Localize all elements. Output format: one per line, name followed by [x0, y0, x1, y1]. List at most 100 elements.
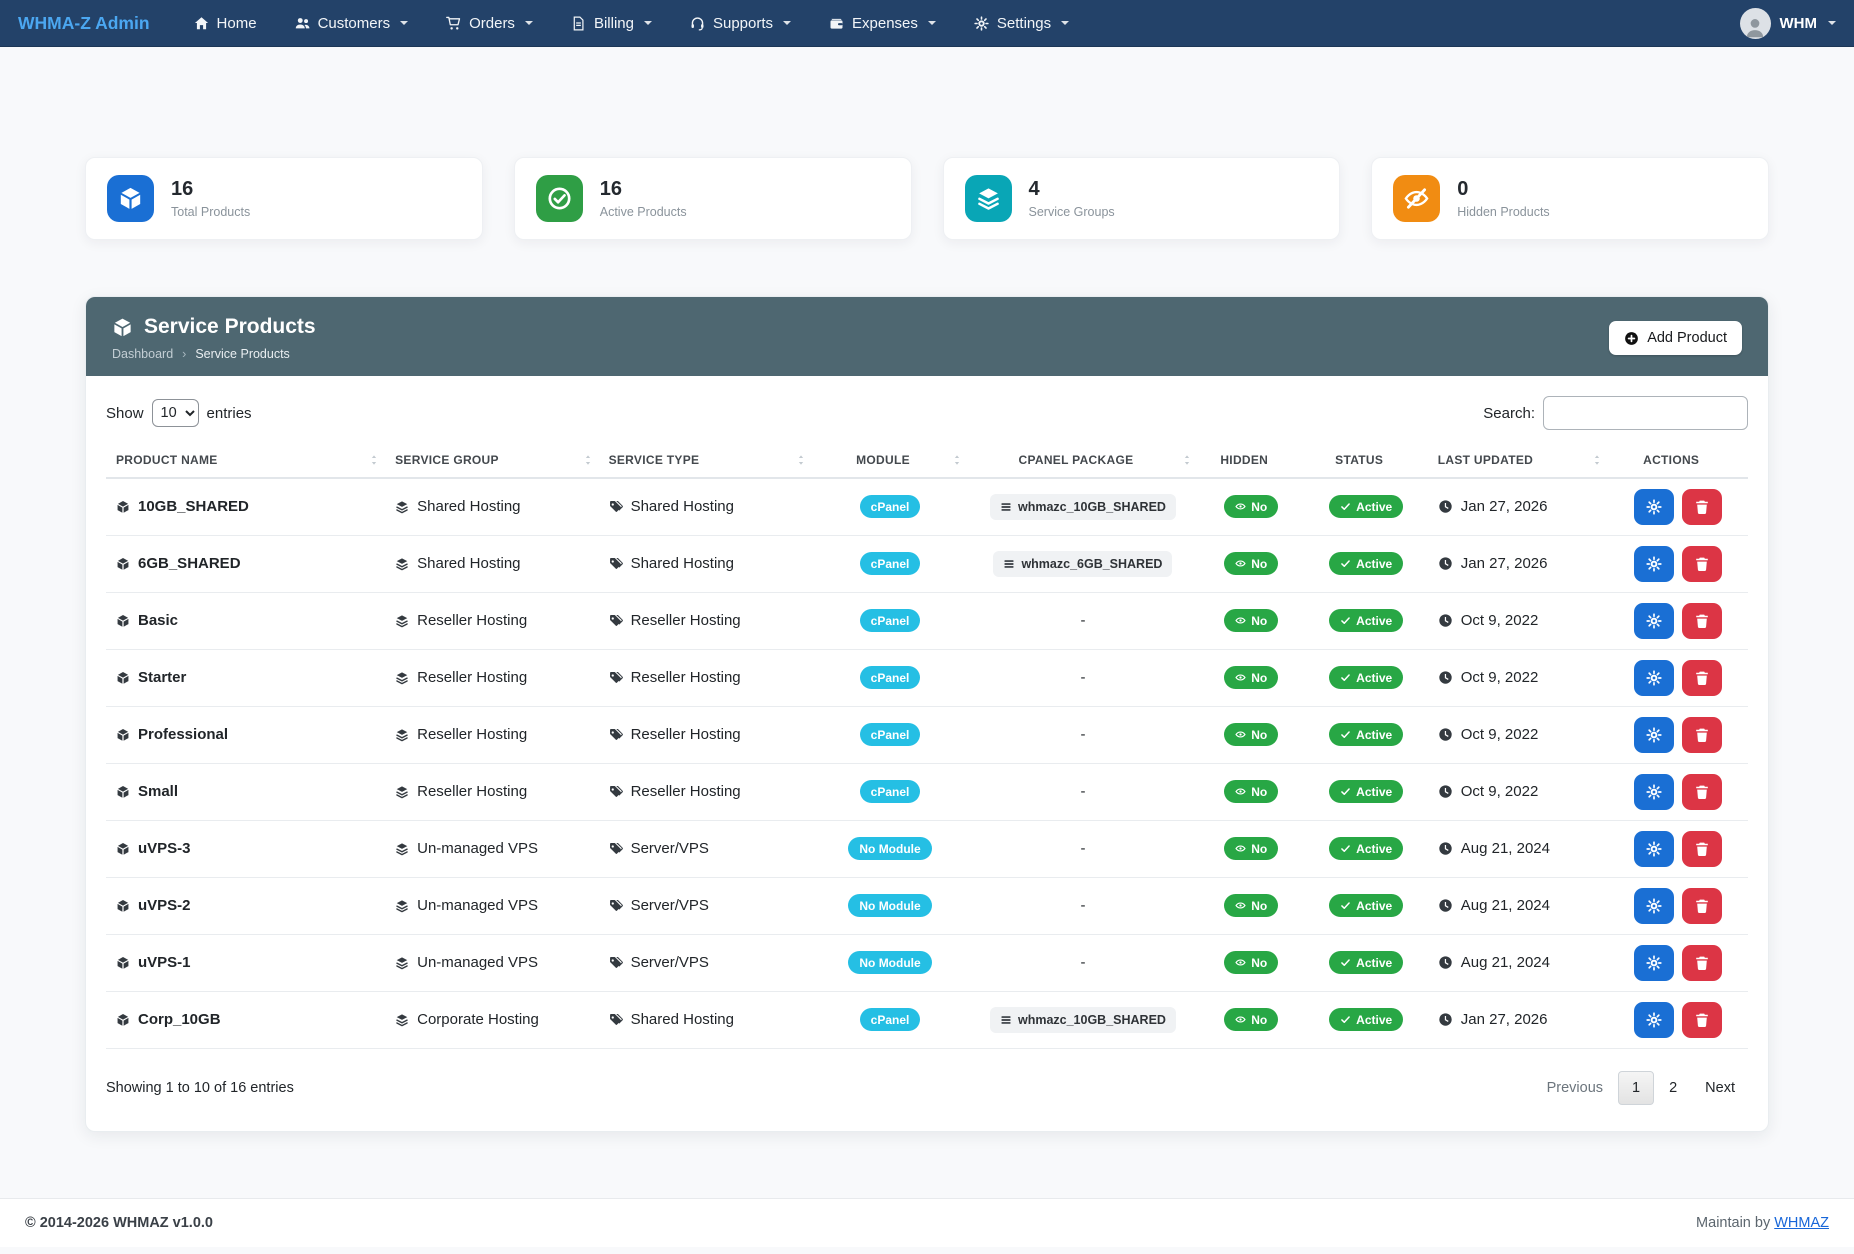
edit-product-button[interactable] — [1634, 888, 1674, 924]
edit-product-button[interactable] — [1634, 831, 1674, 867]
col-module[interactable]: MODULE — [812, 443, 968, 478]
nav-item-orders[interactable]: Orders — [446, 15, 533, 32]
delete-product-button[interactable] — [1682, 489, 1722, 525]
table-controls: Show 10 entries Search: — [86, 376, 1768, 443]
delete-product-button[interactable] — [1682, 660, 1722, 696]
user-menu[interactable]: WHM — [1740, 8, 1837, 39]
list-icon — [1003, 558, 1015, 570]
layers-icon — [395, 671, 409, 685]
nav-item-settings[interactable]: Settings — [974, 15, 1069, 32]
service-type: Shared Hosting — [631, 555, 734, 572]
add-product-button[interactable]: Add Product — [1609, 321, 1742, 355]
trash-icon — [1694, 556, 1710, 572]
brand-link[interactable]: WHMA-Z Admin — [18, 13, 150, 34]
hidden-label: No — [1251, 501, 1267, 513]
box-icon — [116, 728, 130, 742]
col-service-type[interactable]: SERVICE TYPE — [599, 443, 812, 478]
box-icon — [116, 557, 130, 571]
status-badge: Active — [1329, 951, 1403, 974]
search-input[interactable] — [1543, 396, 1748, 430]
status-badge: Active — [1329, 495, 1403, 518]
product-name: Small — [138, 783, 178, 800]
package-empty: - — [1080, 954, 1085, 971]
edit-product-button[interactable] — [1634, 660, 1674, 696]
nav-item-billing[interactable]: Billing — [571, 15, 652, 32]
delete-product-button[interactable] — [1682, 1002, 1722, 1038]
maintain-prefix: Maintain by — [1696, 1215, 1770, 1231]
hidden-label: No — [1251, 672, 1267, 684]
col-service-group[interactable]: SERVICE GROUP — [385, 443, 598, 478]
edit-product-button[interactable] — [1634, 489, 1674, 525]
edit-product-button[interactable] — [1634, 603, 1674, 639]
box-icon — [116, 1013, 130, 1027]
maintainer-link[interactable]: WHMAZ — [1774, 1215, 1829, 1231]
delete-product-button[interactable] — [1682, 774, 1722, 810]
clock-icon — [1438, 670, 1453, 685]
edit-product-button[interactable] — [1634, 717, 1674, 753]
status-label: Active — [1356, 1014, 1392, 1026]
table-row: uVPS-1 Un-managed VPS Server/VPS — [106, 934, 1748, 991]
col-cpanel-package[interactable]: CPANEL PACKAGE — [968, 443, 1198, 478]
box-icon — [116, 500, 130, 514]
nav-item-home[interactable]: Home — [194, 15, 257, 32]
col-product-name[interactable]: PRODUCT NAME — [106, 443, 385, 478]
delete-product-button[interactable] — [1682, 546, 1722, 582]
gear-icon — [1646, 898, 1662, 914]
hidden-label: No — [1251, 729, 1267, 741]
hidden-label: No — [1251, 957, 1267, 969]
layers-icon — [395, 1013, 409, 1027]
service-type: Reseller Hosting — [631, 612, 741, 629]
pagination-page-2[interactable]: 2 — [1656, 1072, 1690, 1104]
package-badge: whmazc_6GB_SHARED — [993, 551, 1172, 577]
nav-item-customers[interactable]: Customers — [295, 15, 409, 32]
package-label: whmazc_6GB_SHARED — [1021, 557, 1162, 571]
hidden-label: No — [1251, 558, 1267, 570]
breadcrumb-dashboard[interactable]: Dashboard — [112, 347, 173, 361]
edit-product-button[interactable] — [1634, 945, 1674, 981]
hidden-label: No — [1251, 1014, 1267, 1026]
service-group: Un-managed VPS — [417, 840, 538, 857]
trash-icon — [1694, 898, 1710, 914]
col-status[interactable]: STATUS — [1305, 443, 1428, 478]
table-info: Showing 1 to 10 of 16 entries — [106, 1080, 294, 1096]
col-last-updated[interactable]: LAST UPDATED — [1428, 443, 1609, 478]
package-cell: whmazc_10GB_SHARED — [968, 478, 1198, 535]
delete-product-button[interactable] — [1682, 831, 1722, 867]
delete-product-button[interactable] — [1682, 603, 1722, 639]
page-size-select[interactable]: 10 — [152, 399, 199, 427]
pagination-next[interactable]: Next — [1692, 1072, 1748, 1104]
nav-item-expenses[interactable]: Expenses — [829, 15, 936, 32]
service-group: Shared Hosting — [417, 498, 520, 515]
delete-product-button[interactable] — [1682, 717, 1722, 753]
edit-product-button[interactable] — [1634, 774, 1674, 810]
sort-icon — [1592, 454, 1602, 467]
delete-product-button[interactable] — [1682, 888, 1722, 924]
pagination-page-1[interactable]: 1 — [1618, 1071, 1654, 1105]
package-cell: - — [968, 706, 1198, 763]
hidden-label: No — [1251, 786, 1267, 798]
avatar — [1740, 8, 1771, 39]
pagination-previous[interactable]: Previous — [1534, 1072, 1616, 1104]
eye-icon — [1235, 786, 1246, 797]
gear-icon — [1646, 613, 1662, 629]
delete-product-button[interactable] — [1682, 945, 1722, 981]
nav-item-supports[interactable]: Supports — [690, 15, 791, 32]
package-empty: - — [1080, 783, 1085, 800]
edit-product-button[interactable] — [1634, 546, 1674, 582]
search-control: Search: — [1483, 396, 1748, 430]
nav-item-label: Orders — [469, 15, 515, 32]
last-updated: Oct 9, 2022 — [1461, 612, 1539, 629]
service-group: Corporate Hosting — [417, 1011, 539, 1028]
tags-icon — [609, 614, 623, 628]
module-badge: cPanel — [860, 552, 921, 575]
gear-icon — [1646, 727, 1662, 743]
module-badge: cPanel — [860, 495, 921, 518]
maintain-text: Maintain by WHMAZ — [1696, 1215, 1829, 1231]
col-hidden[interactable]: HIDDEN — [1198, 443, 1305, 478]
edit-product-button[interactable] — [1634, 1002, 1674, 1038]
service-type: Server/VPS — [631, 840, 709, 857]
clock-icon — [1438, 556, 1453, 571]
box-icon — [112, 317, 133, 338]
tags-icon — [609, 956, 623, 970]
hidden-badge: No — [1224, 495, 1278, 518]
